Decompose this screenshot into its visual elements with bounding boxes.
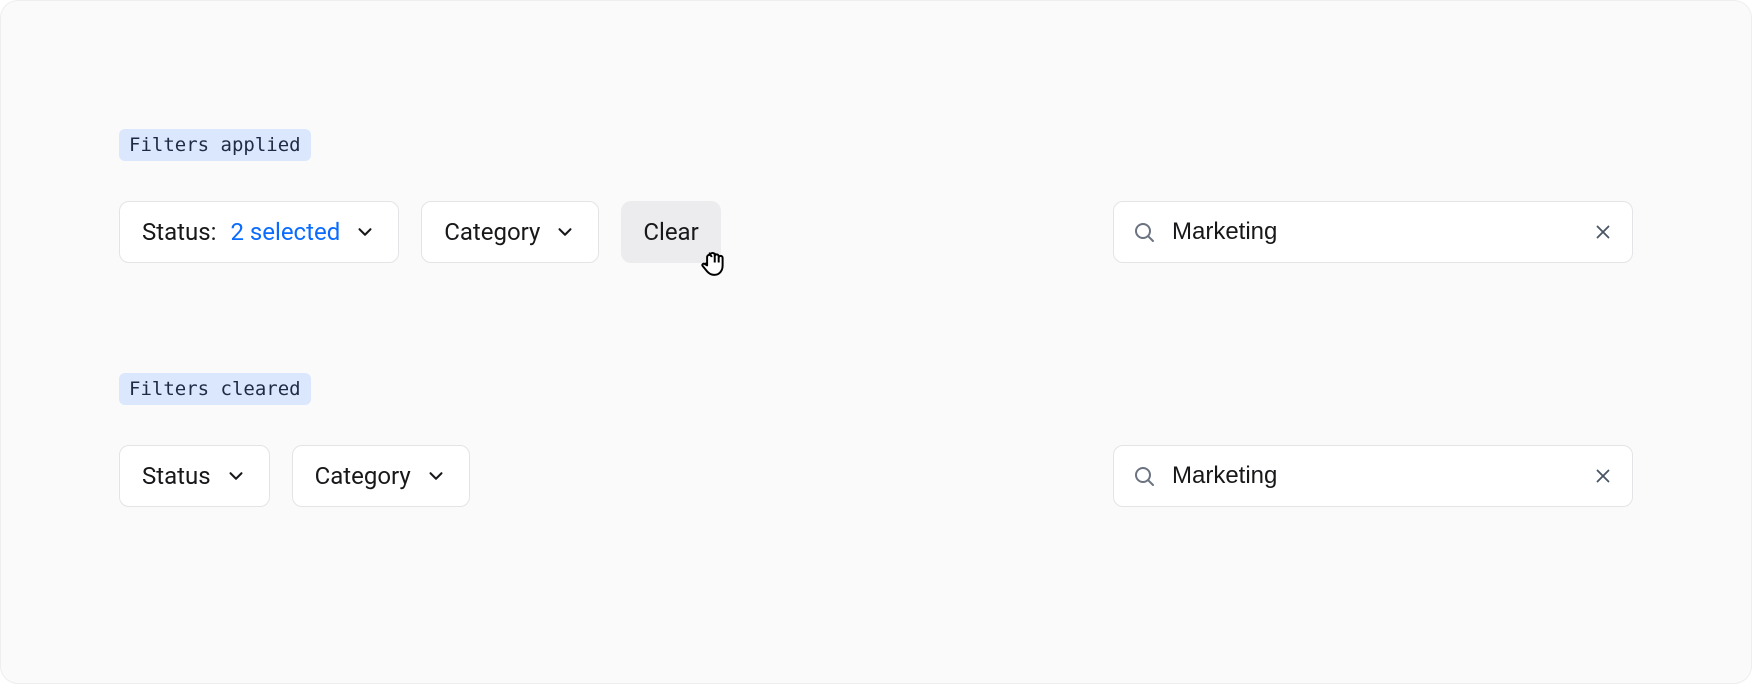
filters-applied-row: Status: 2 selected Category Clear (119, 201, 1633, 263)
clear-search-icon[interactable] (1592, 221, 1614, 243)
category-filter-dropdown[interactable]: Category (421, 201, 599, 263)
chevron-down-icon (354, 221, 376, 243)
pointer-cursor-icon (699, 249, 729, 287)
clear-button-label: Clear (643, 218, 698, 246)
search-field[interactable] (1113, 201, 1633, 263)
filters-applied-section: Filters applied Status: 2 selected Categ… (119, 129, 1633, 263)
status-filter-dropdown[interactable]: Status (119, 445, 270, 507)
search-icon (1132, 220, 1156, 244)
status-filter-label: Status: (142, 218, 216, 246)
category-filter-label: Category (444, 218, 540, 246)
search-input[interactable] (1170, 446, 1578, 506)
search-field[interactable] (1113, 445, 1633, 507)
filters-applied-tag: Filters applied (119, 129, 311, 161)
category-filter-label: Category (315, 462, 411, 490)
clear-search-icon[interactable] (1592, 465, 1614, 487)
chevron-down-icon (425, 465, 447, 487)
category-filter-dropdown[interactable]: Category (292, 445, 470, 507)
status-filter-dropdown[interactable]: Status: 2 selected (119, 201, 399, 263)
search-input[interactable] (1170, 202, 1578, 262)
filters-cleared-section: Filters cleared Status Category (119, 373, 1633, 507)
filters-cleared-row: Status Category (119, 445, 1633, 507)
example-frame: Filters applied Status: 2 selected Categ… (0, 0, 1752, 684)
filters-cleared-tag: Filters cleared (119, 373, 311, 405)
status-filter-label: Status (142, 462, 211, 490)
search-icon (1132, 464, 1156, 488)
status-filter-selected-count: 2 selected (230, 218, 340, 246)
chevron-down-icon (554, 221, 576, 243)
clear-filters-button[interactable]: Clear (621, 201, 720, 263)
chevron-down-icon (225, 465, 247, 487)
